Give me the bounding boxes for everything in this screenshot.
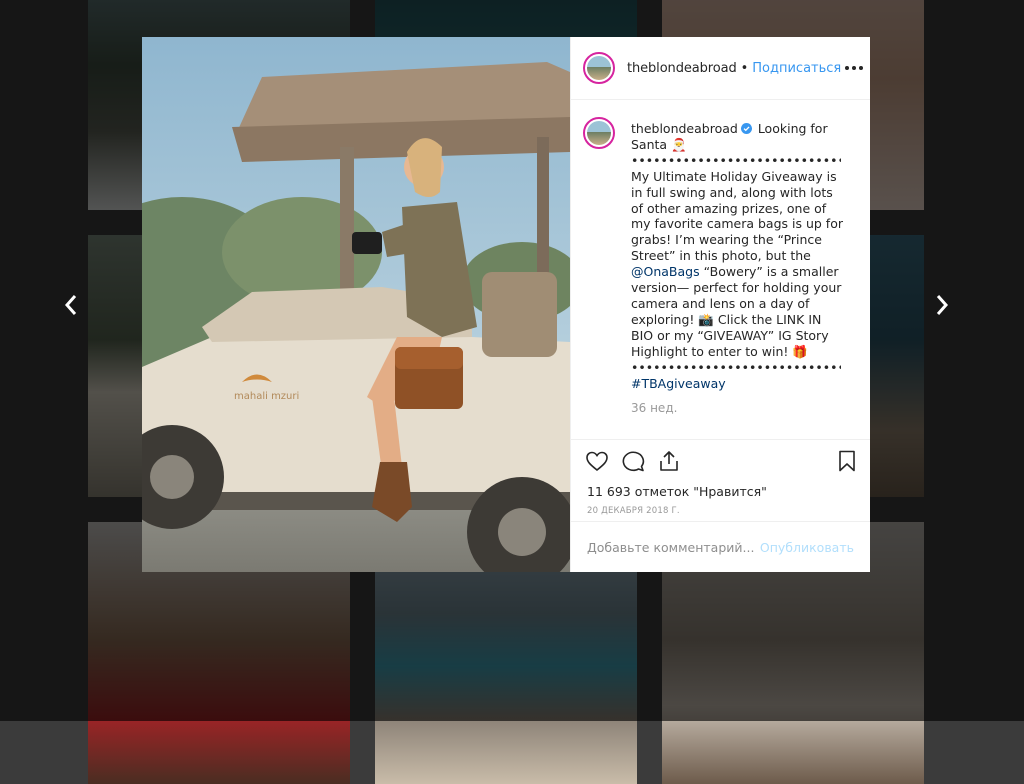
post-modal: mahali mzuri theblondeabroad • Подписать… (142, 37, 870, 572)
caption-dots-bottom: ••••••••••••••••••••••••••••••••••••••••… (631, 359, 841, 375)
publish-button[interactable]: Опубликовать (760, 540, 854, 555)
post-sidebar: theblondeabroad • Подписаться theblondea… (570, 37, 870, 572)
more-icon-dot (859, 66, 864, 70)
avatar[interactable] (583, 52, 615, 84)
separator-dot: • (740, 60, 749, 76)
post-date: 20 ДЕКАБРЯ 2018 Г. (587, 506, 680, 516)
caption-username[interactable]: theblondeabroad (631, 121, 738, 136)
chevron-right-icon (936, 295, 949, 315)
share-icon (660, 451, 678, 471)
more-icon-dot (852, 66, 857, 70)
follow-button[interactable]: Подписаться (752, 61, 841, 76)
save-button[interactable] (835, 449, 859, 473)
add-comment-form: Опубликовать (571, 521, 870, 572)
caption-dots-top: ••••••••••••••••••••••••••••••••••••••••… (631, 152, 841, 168)
like-button[interactable] (585, 449, 609, 473)
bookmark-icon (839, 450, 855, 472)
caption-comment: theblondeabroad Looking for Santa 🎅 ••••… (583, 117, 858, 391)
next-post-button[interactable] (925, 288, 959, 322)
header-username[interactable]: theblondeabroad (627, 61, 737, 76)
comment-button[interactable] (621, 449, 645, 473)
caption-body-1: My Ultimate Holiday Giveaway is in full … (631, 168, 843, 264)
chevron-left-icon (64, 295, 77, 315)
safari-photo-image: mahali mzuri (142, 37, 570, 572)
mention-link[interactable]: @OnaBags (631, 264, 700, 279)
comment-icon (622, 451, 645, 472)
actions-section: 11 693 отметок "Нравится" 20 ДЕКАБРЯ 201… (571, 439, 870, 521)
heart-icon (586, 451, 608, 472)
share-button[interactable] (657, 449, 681, 473)
hashtag-link[interactable]: #TBAgiveaway (631, 376, 726, 391)
post-time-ago[interactable]: 36 нед. (631, 401, 858, 415)
previous-post-button[interactable] (54, 288, 88, 322)
more-options-button[interactable] (841, 62, 867, 74)
caption-avatar[interactable] (583, 117, 615, 149)
action-icons (585, 440, 855, 482)
more-icon (845, 66, 850, 70)
comment-input[interactable] (587, 539, 760, 555)
verified-icon (740, 123, 752, 134)
post-header: theblondeabroad • Подписаться (571, 37, 870, 100)
photo-logo-text: mahali mzuri (234, 391, 299, 402)
caption-text: theblondeabroad Looking for Santa 🎅 ••••… (631, 121, 846, 391)
post-photo[interactable]: mahali mzuri (142, 37, 570, 572)
comments-section[interactable]: theblondeabroad Looking for Santa 🎅 ••••… (571, 101, 870, 439)
likes-count[interactable]: 11 693 отметок "Нравится" (587, 484, 854, 499)
